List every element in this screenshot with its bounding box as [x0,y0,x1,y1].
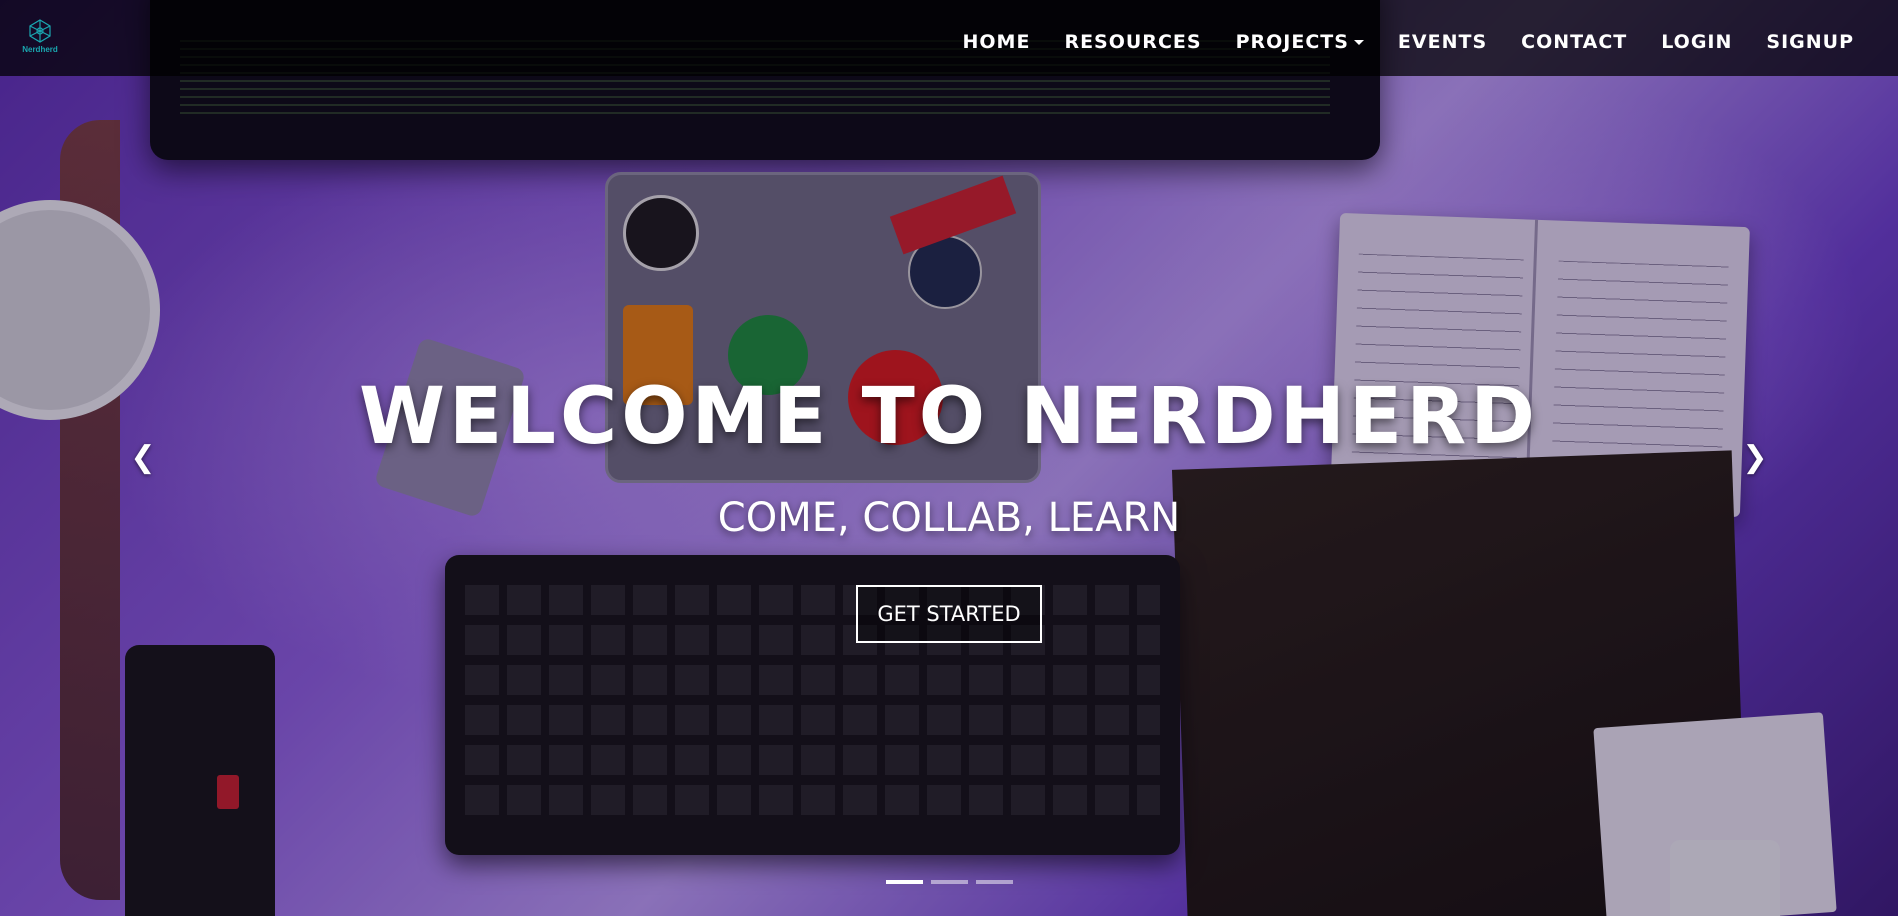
carousel-indicator[interactable] [886,880,923,884]
hero-content: WELCOME TO NERDHERD COME, COLLAB, LEARN … [0,0,1898,916]
carousel-indicator[interactable] [931,880,968,884]
chevron-left-icon[interactable]: ❮ [128,443,158,473]
carousel-indicators [886,880,1013,884]
carousel-indicator[interactable] [976,880,1013,884]
hero-subtitle: COME, COLLAB, LEARN [717,495,1181,541]
hero-title: WELCOME TO NERDHERD [358,372,1540,462]
get-started-button[interactable]: GET STARTED [856,585,1042,643]
chevron-right-icon[interactable]: ❯ [1740,443,1770,473]
